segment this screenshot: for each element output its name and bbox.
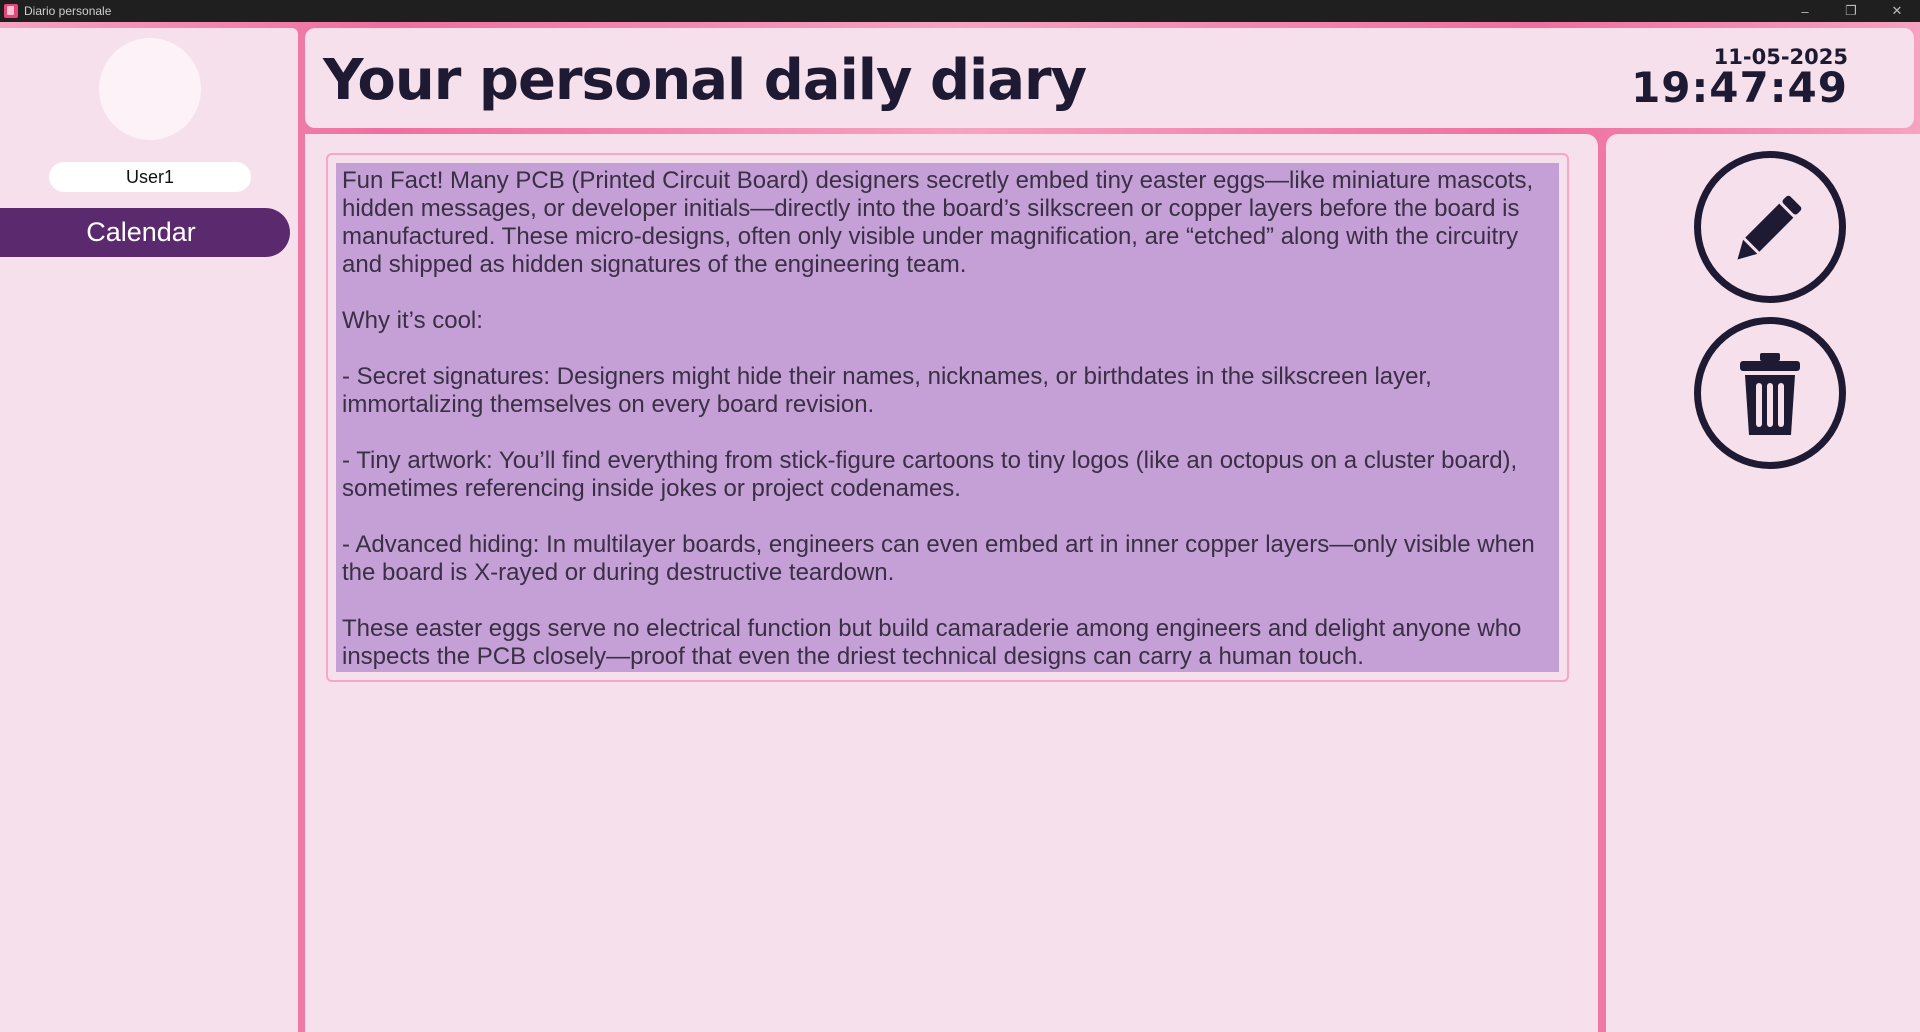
window-title: Diario personale [24,4,112,18]
close-button[interactable]: ✕ [1874,0,1920,22]
page-title: Your personal daily diary [323,48,1087,113]
avatar[interactable] [99,38,201,140]
actions-panel [1606,134,1920,1032]
restore-button[interactable]: ❐ [1828,0,1874,22]
current-time: 19:47:49 [1631,63,1848,112]
minimize-button[interactable]: – [1782,0,1828,22]
diary-content-panel: Fun Fact! Many PCB (Printed Circuit Boar… [305,134,1598,1032]
clock: 11-05-2025 19:47:49 [1631,46,1848,112]
sidebar: User1 Calendar [0,28,298,1032]
diary-entry-box[interactable]: Fun Fact! Many PCB (Printed Circuit Boar… [326,153,1569,682]
delete-button[interactable] [1694,317,1846,469]
pencil-icon [1737,195,1802,260]
window-titlebar: Diario personale – ❐ ✕ [0,0,1920,22]
trash-icon [1740,353,1800,435]
window-controls: – ❐ ✕ [1782,0,1920,22]
header: Your personal daily diary 11-05-2025 19:… [305,28,1914,128]
diary-entry-text[interactable]: Fun Fact! Many PCB (Printed Circuit Boar… [336,163,1559,672]
app-diary-icon [4,4,18,18]
edit-button[interactable] [1694,151,1846,303]
calendar-button[interactable]: Calendar [0,208,290,257]
username-field: User1 [49,162,251,192]
